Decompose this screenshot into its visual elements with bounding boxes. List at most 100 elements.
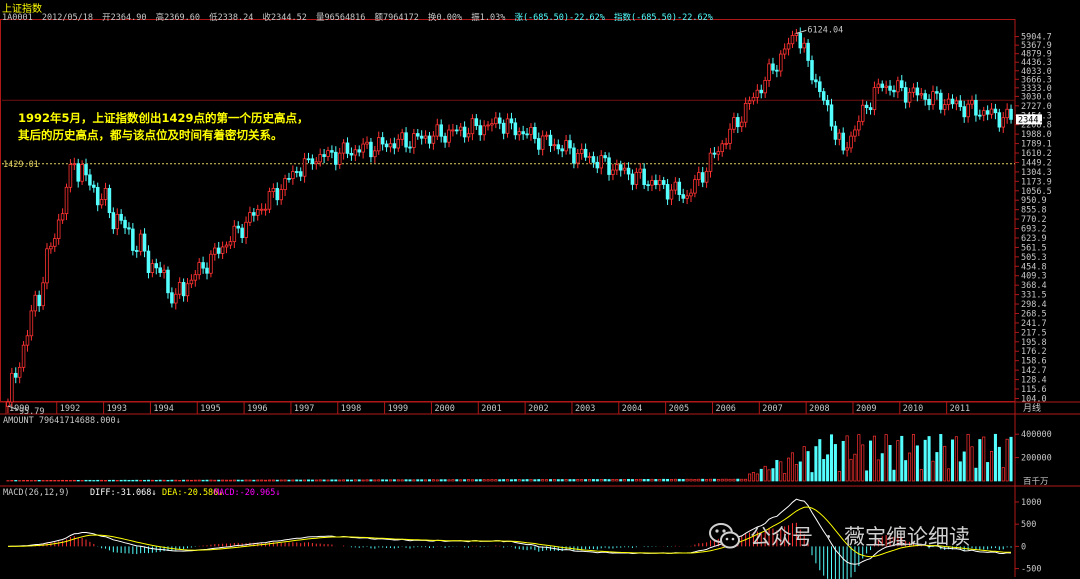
- candle-body: [185, 283, 190, 297]
- candle-body: [927, 98, 931, 106]
- amount-bar: [217, 479, 221, 482]
- candle-body: [60, 213, 65, 221]
- candle-body: [53, 238, 57, 247]
- candle-body: [821, 91, 826, 101]
- amount-bar: [1005, 438, 1009, 482]
- y-tick-label: 331.5: [1021, 291, 1047, 301]
- y-tick-label: 3333.0: [1021, 84, 1052, 94]
- candle-body: [88, 174, 92, 186]
- amount-bar: [798, 461, 802, 482]
- amount-bar: [72, 479, 76, 482]
- y-tick-label: 241.7: [1021, 319, 1047, 329]
- quote-info-line: 1A0001 2012/05/18 开2364.90 高2369.60 低233…: [2, 11, 717, 23]
- candle-body: [634, 171, 639, 185]
- amount-bar: [872, 435, 876, 482]
- candle-body: [806, 42, 810, 61]
- candle-body: [767, 63, 771, 81]
- watermark-separator: [827, 534, 830, 538]
- candle-body: [618, 164, 623, 171]
- candle-body: [462, 126, 467, 138]
- candle-body: [228, 241, 233, 246]
- amount-bar: [521, 479, 525, 482]
- candle-body: [283, 178, 287, 190]
- candle-body: [123, 219, 127, 229]
- candle-body: [189, 279, 194, 285]
- x-tick-label: 1992: [60, 404, 80, 414]
- amount-bar: [880, 453, 884, 482]
- amount-bar: [232, 479, 236, 482]
- candle-body: [658, 180, 662, 186]
- amount-bar: [158, 479, 162, 482]
- candle-body: [400, 132, 404, 140]
- amount-bar: [771, 468, 775, 482]
- candle-body: [739, 121, 744, 128]
- y-tick-label: 176.2: [1021, 347, 1047, 357]
- candle-body: [931, 91, 935, 106]
- candle-body: [576, 152, 580, 164]
- amount-bar: [736, 478, 740, 482]
- amount-bar: [123, 479, 127, 482]
- y-tick-label: 505.3: [1021, 253, 1047, 263]
- candle-body: [37, 294, 41, 307]
- amount-bar: [580, 479, 584, 482]
- amount-bar: [669, 479, 673, 482]
- candle-body: [689, 192, 693, 197]
- amount-bar: [673, 478, 677, 482]
- candle-body: [115, 213, 120, 230]
- y-tick-label: 104.0: [1021, 394, 1047, 404]
- amount-bar: [943, 445, 947, 482]
- amount-bar: [431, 479, 435, 482]
- amount-bar: [209, 479, 213, 482]
- candle-body: [240, 227, 244, 239]
- amount-tick-label: 400000: [1021, 430, 1052, 440]
- candle-body: [193, 274, 198, 281]
- amount-bar: [291, 479, 295, 482]
- candle-body: [287, 178, 291, 180]
- candle-body: [743, 102, 748, 123]
- candle-body: [80, 164, 84, 182]
- candle-body: [361, 143, 365, 153]
- amount-bar: [381, 479, 385, 482]
- candle-body: [95, 186, 100, 206]
- amount-bar: [892, 469, 896, 482]
- amount-bar: [225, 479, 229, 482]
- amount-bar: [170, 479, 174, 482]
- amount-bar: [174, 479, 178, 482]
- amount-title: AMOUNT 79641714688.000↓: [3, 416, 121, 426]
- amount-bar: [923, 439, 927, 482]
- index-change-value: 指数(-685.50)-22.62%: [613, 13, 713, 23]
- candle-body: [419, 135, 424, 139]
- amount-bar: [240, 479, 244, 482]
- candle-body: [853, 129, 857, 137]
- amount-bar: [654, 479, 658, 482]
- amount-bar: [931, 460, 935, 482]
- change-value: 涨(-685.50)-22.62%: [514, 13, 605, 23]
- candle-body: [751, 96, 756, 102]
- candle-body: [697, 172, 701, 180]
- watermark: 公众号 薇宝缠论细读: [708, 519, 970, 553]
- candle-body: [560, 148, 564, 152]
- y-tick-label: 561.5: [1021, 243, 1047, 253]
- amount-bar: [677, 478, 681, 482]
- amount-bar: [552, 479, 556, 482]
- candle-body: [747, 100, 752, 104]
- amount-bar: [1001, 467, 1005, 482]
- candle-body: [681, 194, 685, 199]
- candle-body: [103, 188, 108, 200]
- candle-body: [552, 144, 557, 147]
- candle-body: [337, 152, 342, 165]
- amount-bar: [267, 479, 271, 482]
- candle-body: [771, 63, 775, 71]
- candle-body: [127, 227, 131, 230]
- candle-body: [704, 170, 709, 183]
- candle-body: [412, 133, 416, 148]
- candle-body: [970, 99, 974, 105]
- candle-body: [798, 32, 803, 49]
- amount-bar: [615, 478, 619, 482]
- amount-bar: [576, 479, 580, 482]
- candle-body: [170, 292, 174, 304]
- candlestick-chart[interactable]: 1429.01 104.0115.6128.4142.7158.6176.2195…: [0, 0, 1080, 579]
- amount-bar: [361, 479, 365, 482]
- candle-body: [396, 138, 401, 149]
- candle-body: [494, 117, 498, 125]
